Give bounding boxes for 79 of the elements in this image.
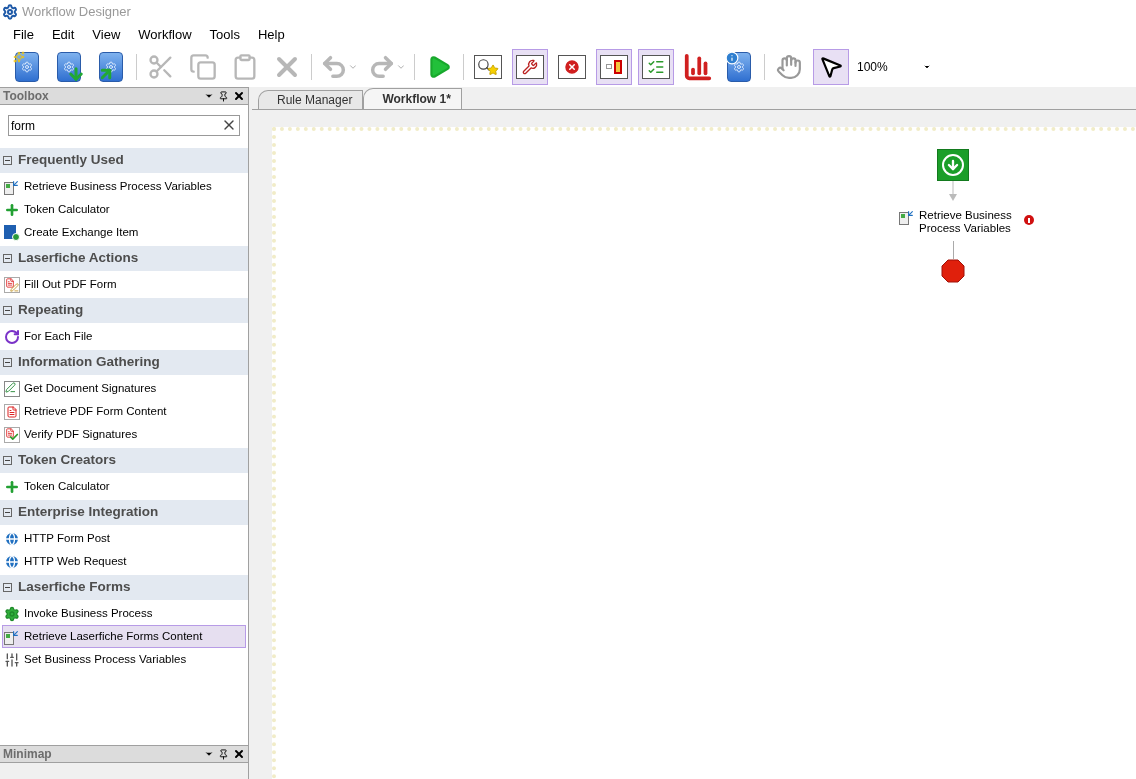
- hand-icon: [776, 53, 802, 80]
- toolbox-item[interactable]: Set Business Process Variables: [2, 648, 246, 671]
- gear-icon: [4, 605, 20, 622]
- group-header[interactable]: Frequently Used: [0, 148, 248, 173]
- toolbox-item[interactable]: HTTP Web Request: [2, 550, 246, 573]
- collapse-icon: [3, 583, 12, 592]
- layout-icon: [600, 54, 628, 79]
- dropdown-caret-icon[interactable]: [204, 91, 214, 101]
- collapse-icon: [3, 508, 12, 517]
- globe-icon: [4, 530, 20, 547]
- menu-item[interactable]: File: [4, 25, 43, 45]
- dropdown-caret-icon[interactable]: [204, 749, 214, 759]
- panel-title: Toolbox: [3, 88, 49, 105]
- collapse-icon: [3, 254, 12, 263]
- group-header[interactable]: Token Creators: [0, 448, 248, 473]
- globe-icon: [4, 553, 20, 570]
- group-header[interactable]: Repeating: [0, 298, 248, 323]
- toolbox-item[interactable]: Verify PDF Signatures: [2, 423, 246, 446]
- menu-item[interactable]: Edit: [42, 25, 84, 45]
- toolbox-item[interactable]: For Each File: [2, 325, 246, 348]
- group-header[interactable]: Laserfiche Actions: [0, 246, 248, 271]
- pdf-check-icon: [4, 426, 20, 443]
- toolbox-item[interactable]: Invoke Business Process: [2, 602, 246, 625]
- plus-icon: [4, 478, 20, 495]
- search-field[interactable]: form: [8, 115, 240, 136]
- menu-item[interactable]: Help: [248, 25, 294, 45]
- circular-arrow-icon: [4, 328, 20, 345]
- close-icon[interactable]: [233, 748, 245, 760]
- toolbox-item[interactable]: Retrieve Business Process Variables: [2, 175, 246, 198]
- toolbox-item[interactable]: Fill Out PDF Form: [2, 273, 246, 296]
- toolbox-item[interactable]: Get Document Signatures: [2, 377, 246, 400]
- toolbar-button[interactable]: [638, 48, 674, 85]
- toolbox-item[interactable]: HTTP Form Post: [2, 527, 246, 550]
- pdf-document-icon: [4, 403, 20, 420]
- collapse-icon: [3, 358, 12, 367]
- bar-chart-icon: [683, 51, 713, 82]
- group-header[interactable]: Information Gathering: [0, 350, 248, 375]
- connector-arrow: [949, 181, 957, 201]
- form-arrow-icon: [899, 209, 915, 225]
- collapse-icon: [3, 306, 12, 315]
- pin-icon[interactable]: [218, 748, 229, 760]
- menu-item[interactable]: View: [83, 25, 130, 45]
- document-down-arrow-icon: [55, 50, 85, 83]
- start-node[interactable]: [937, 149, 969, 181]
- zoom-dropdown[interactable]: 100%: [857, 54, 931, 79]
- sliders-icon: [4, 651, 20, 668]
- group-header[interactable]: Enterprise Integration: [0, 500, 248, 525]
- activity-label[interactable]: Retrieve Business Process Variables: [919, 209, 1012, 235]
- window-title: Workflow Designer: [22, 3, 131, 22]
- toolbox-item[interactable]: Token Calculator: [2, 475, 246, 498]
- tab[interactable]: Workflow 1*: [363, 88, 462, 109]
- pin-icon[interactable]: [218, 90, 229, 102]
- stop-sign-icon[interactable]: [941, 259, 965, 283]
- toolbox-item[interactable]: Token Calculator: [2, 198, 246, 221]
- toolbar-button[interactable]: [596, 48, 632, 85]
- toolbox-item[interactable]: Create Exchange Item: [2, 221, 246, 244]
- connector-line: [953, 241, 954, 259]
- toolbox-item[interactable]: Retrieve PDF Form Content: [2, 400, 246, 423]
- toolbox-item[interactable]: Retrieve Laserfiche Forms Content: [2, 625, 246, 648]
- menu-item[interactable]: Tools: [200, 25, 249, 45]
- form-arrow-icon: [4, 178, 20, 195]
- checklist-icon: [642, 54, 670, 79]
- menu-item[interactable]: Workflow: [129, 25, 201, 45]
- group-header[interactable]: Laserfiche Forms: [0, 575, 248, 600]
- collapse-icon: [3, 156, 12, 165]
- plus-icon: [4, 201, 20, 218]
- close-icon[interactable]: [233, 90, 245, 102]
- tools-icon: [516, 54, 544, 79]
- copy-icon: [189, 52, 217, 81]
- toolbar-button[interactable]: [813, 48, 849, 85]
- panel-title: Minimap: [3, 746, 52, 763]
- error-list-icon: [558, 54, 586, 79]
- gear-icon: [2, 4, 18, 20]
- toolbar-button[interactable]: [512, 48, 548, 85]
- collapse-icon: [3, 456, 12, 465]
- pdf-pencil-icon: [4, 276, 20, 293]
- form-arrow-icon: [4, 628, 20, 645]
- tab[interactable]: Rule Manager: [258, 90, 364, 109]
- signature-document-icon: [4, 380, 20, 397]
